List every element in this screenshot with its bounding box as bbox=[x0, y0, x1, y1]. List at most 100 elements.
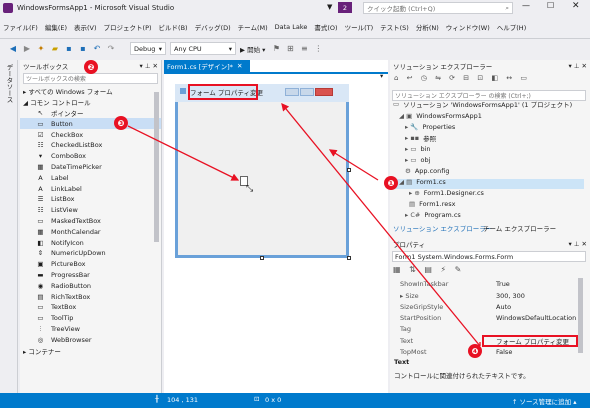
toolbox-scrollbar[interactable] bbox=[154, 92, 159, 242]
toolbox-item[interactable]: ☷ CheckedListBox bbox=[20, 140, 161, 151]
resize-handle[interactable] bbox=[260, 256, 264, 260]
menu-item[interactable]: Data Lake bbox=[275, 23, 308, 31]
menu-item[interactable]: 表示(V) bbox=[74, 22, 97, 32]
toolbox-item[interactable]: A Label bbox=[20, 172, 161, 183]
se-node[interactable]: ▭ ソリューション 'WindowsFormsApp1' (1 プロジェクト) bbox=[393, 99, 572, 109]
property-row[interactable]: SizeGripStyle Auto bbox=[396, 302, 584, 313]
toolbox-item[interactable]: ▬ ProgressBar bbox=[20, 270, 161, 281]
menu-item[interactable]: 編集(E) bbox=[45, 22, 67, 32]
toolbox-item[interactable]: ◧ NotifyIcon bbox=[20, 237, 161, 248]
toolbox-item[interactable]: ⫶ TreeView bbox=[20, 324, 161, 335]
pin-icon[interactable]: ▾ ⊥ ✕ bbox=[568, 240, 587, 248]
open-file-icon[interactable]: ▰ bbox=[50, 44, 60, 54]
resize-handle[interactable] bbox=[347, 256, 351, 260]
property-name: StartPosition bbox=[400, 314, 442, 323]
se-node[interactable]: ▤ Form1.resx bbox=[409, 199, 456, 209]
save-icon[interactable]: ▪ bbox=[64, 44, 74, 54]
save-all-icon[interactable]: ▪ bbox=[78, 44, 88, 54]
close-icon[interactable]: ✕ bbox=[237, 62, 242, 70]
property-value[interactable]: 300, 300 bbox=[496, 292, 525, 300]
menu-item[interactable]: テスト(S) bbox=[380, 22, 409, 32]
toolbox-item[interactable]: ☷ ListView bbox=[20, 205, 161, 216]
data-sources-tab[interactable]: データソース bbox=[0, 60, 18, 393]
menu-item[interactable]: ファイル(F) bbox=[3, 22, 38, 32]
toolbox-item[interactable]: ▾ ComboBox bbox=[20, 151, 161, 162]
menu-item[interactable]: 分析(N) bbox=[416, 22, 439, 32]
menu-item[interactable]: ウィンドウ(W) bbox=[446, 22, 490, 32]
undo-icon[interactable]: ↶ bbox=[92, 44, 102, 54]
toolbox-item[interactable]: ▦ DateTimePicker bbox=[20, 162, 161, 173]
start-button[interactable]: ▶ 開始 ▾ bbox=[240, 44, 265, 54]
toolbox-item[interactable]: ⇕ NumericUpDown bbox=[20, 248, 161, 259]
se-node[interactable]: ▸ ▭ obj bbox=[405, 155, 430, 165]
notification-badge[interactable]: 2 bbox=[338, 2, 352, 13]
resize-handle[interactable] bbox=[347, 168, 351, 172]
menu-item[interactable]: ヘルプ(H) bbox=[497, 22, 526, 32]
tab-form1-designer[interactable]: Form1.cs [デザイン]* ✕ bbox=[164, 60, 250, 72]
toolbox-item[interactable]: ◎ WebBrowser bbox=[20, 334, 161, 345]
toolbox-item[interactable]: ▣ PictureBox bbox=[20, 259, 161, 270]
se-node[interactable]: ▸ ▭ bin bbox=[405, 144, 431, 154]
property-value[interactable]: Auto bbox=[496, 303, 511, 311]
se-node[interactable]: ◢ ▤ Form1.cs bbox=[399, 177, 446, 187]
toolbox-item[interactable]: A LinkLabel bbox=[20, 183, 161, 194]
toolbox-search-input[interactable]: ツールボックスの検索 bbox=[23, 73, 158, 84]
toolbox-item[interactable]: ▭ Button bbox=[20, 118, 161, 130]
se-node[interactable]: ▸ C# Program.cs bbox=[405, 210, 461, 220]
toolbox-item[interactable]: ☑ CheckBox bbox=[20, 129, 161, 140]
new-project-icon[interactable]: ✦ bbox=[36, 44, 46, 54]
filter-icon[interactable]: ▼ bbox=[327, 3, 332, 11]
maximize-button[interactable]: ☐ bbox=[547, 1, 554, 10]
se-node[interactable]: ◢ ▣ WindowsFormsApp1 bbox=[399, 111, 482, 121]
property-row[interactable]: Tag bbox=[396, 324, 584, 335]
toolbar-misc-icon[interactable]: ⋮ bbox=[313, 44, 323, 54]
pin-icon[interactable]: ▾ ⊥ ✕ bbox=[139, 62, 158, 70]
close-button[interactable]: ✕ bbox=[572, 1, 580, 11]
toolbox-item[interactable]: ☰ ListBox bbox=[20, 194, 161, 205]
menu-item[interactable]: ビルド(B) bbox=[159, 22, 188, 32]
toolbox-item[interactable]: ▦ MonthCalendar bbox=[20, 226, 161, 237]
quick-launch-input[interactable]: クイック起動 (Ctrl+Q) ⌕ bbox=[363, 2, 513, 14]
property-value[interactable]: False bbox=[496, 348, 512, 356]
designer-scrollbar[interactable]: ▾ bbox=[380, 72, 386, 86]
property-row[interactable]: StartPosition WindowsDefaultLocation bbox=[396, 313, 584, 324]
menu-item[interactable]: 書式(O) bbox=[314, 22, 337, 32]
toolbox-item[interactable]: ◉ RadioButton bbox=[20, 280, 161, 291]
toolbox-category-common[interactable]: ◢ コモン コントロール bbox=[20, 97, 161, 108]
menu-item[interactable]: デバッグ(D) bbox=[195, 22, 231, 32]
toolbox-item[interactable]: ▭ MaskedTextBox bbox=[20, 216, 161, 227]
property-row[interactable]: ▸ Size 300, 300 bbox=[396, 290, 584, 301]
pin-icon[interactable]: ▾ ⊥ ✕ bbox=[568, 62, 587, 70]
se-node[interactable]: ▸ 🔧 Properties bbox=[405, 122, 455, 132]
property-row[interactable]: TopMost False bbox=[396, 347, 584, 358]
toolbox-item[interactable]: ↖ ポインター bbox=[20, 108, 161, 119]
toolbox-category-container[interactable]: ▸ コンテナー bbox=[20, 345, 161, 356]
minimize-button[interactable]: — bbox=[522, 1, 530, 10]
form1-designer-surface[interactable] bbox=[175, 84, 349, 258]
toolbox-item[interactable]: ▭ ToolTip bbox=[20, 313, 161, 324]
se-node[interactable]: ⚙ App.config bbox=[405, 166, 449, 176]
props-object-select[interactable]: Form1 System.Windows.Forms.Form bbox=[392, 251, 586, 262]
toolbar-misc-icon[interactable]: ⚑ bbox=[271, 44, 281, 54]
menu-item[interactable]: チーム(M) bbox=[238, 22, 268, 32]
toolbox-item[interactable]: ▭ TextBox bbox=[20, 302, 161, 313]
config-select[interactable]: Debug ▾ bbox=[130, 42, 166, 55]
toolbar-misc-icon[interactable]: ≡ bbox=[299, 44, 309, 54]
menu-item[interactable]: ツール(T) bbox=[345, 22, 374, 32]
forward-icon[interactable]: ▶ bbox=[22, 44, 32, 54]
property-value[interactable]: WindowsDefaultLocation bbox=[496, 314, 576, 322]
redo-icon[interactable]: ↷ bbox=[106, 44, 116, 54]
back-icon[interactable]: ◀ bbox=[8, 44, 18, 54]
se-node[interactable]: ▸ ⊕ Form1.Designer.cs bbox=[409, 188, 484, 198]
toolbar-misc-icon[interactable]: ⊞ bbox=[285, 44, 295, 54]
menu-item[interactable]: プロジェクト(P) bbox=[104, 22, 152, 32]
property-value[interactable]: True bbox=[496, 280, 510, 288]
tab-team-explorer[interactable]: チーム エクスプローラー bbox=[480, 223, 559, 233]
platform-select[interactable]: Any CPU ▾ bbox=[170, 42, 236, 55]
source-control-button[interactable]: ↑ ソース管理に追加 ▴ bbox=[512, 396, 577, 406]
toolbox-panel: ツールボックス ▾ ⊥ ✕ ツールボックスの検索 ▸ すべての Windows … bbox=[20, 60, 162, 393]
se-node[interactable]: ▸ ▪▪ 参照 bbox=[405, 133, 436, 143]
toolbox-item[interactable]: ▤ RichTextBox bbox=[20, 291, 161, 302]
property-row[interactable]: ShowInTaskbar True bbox=[396, 279, 584, 290]
toolbox-category-all[interactable]: ▸ すべての Windows フォーム bbox=[20, 86, 161, 97]
